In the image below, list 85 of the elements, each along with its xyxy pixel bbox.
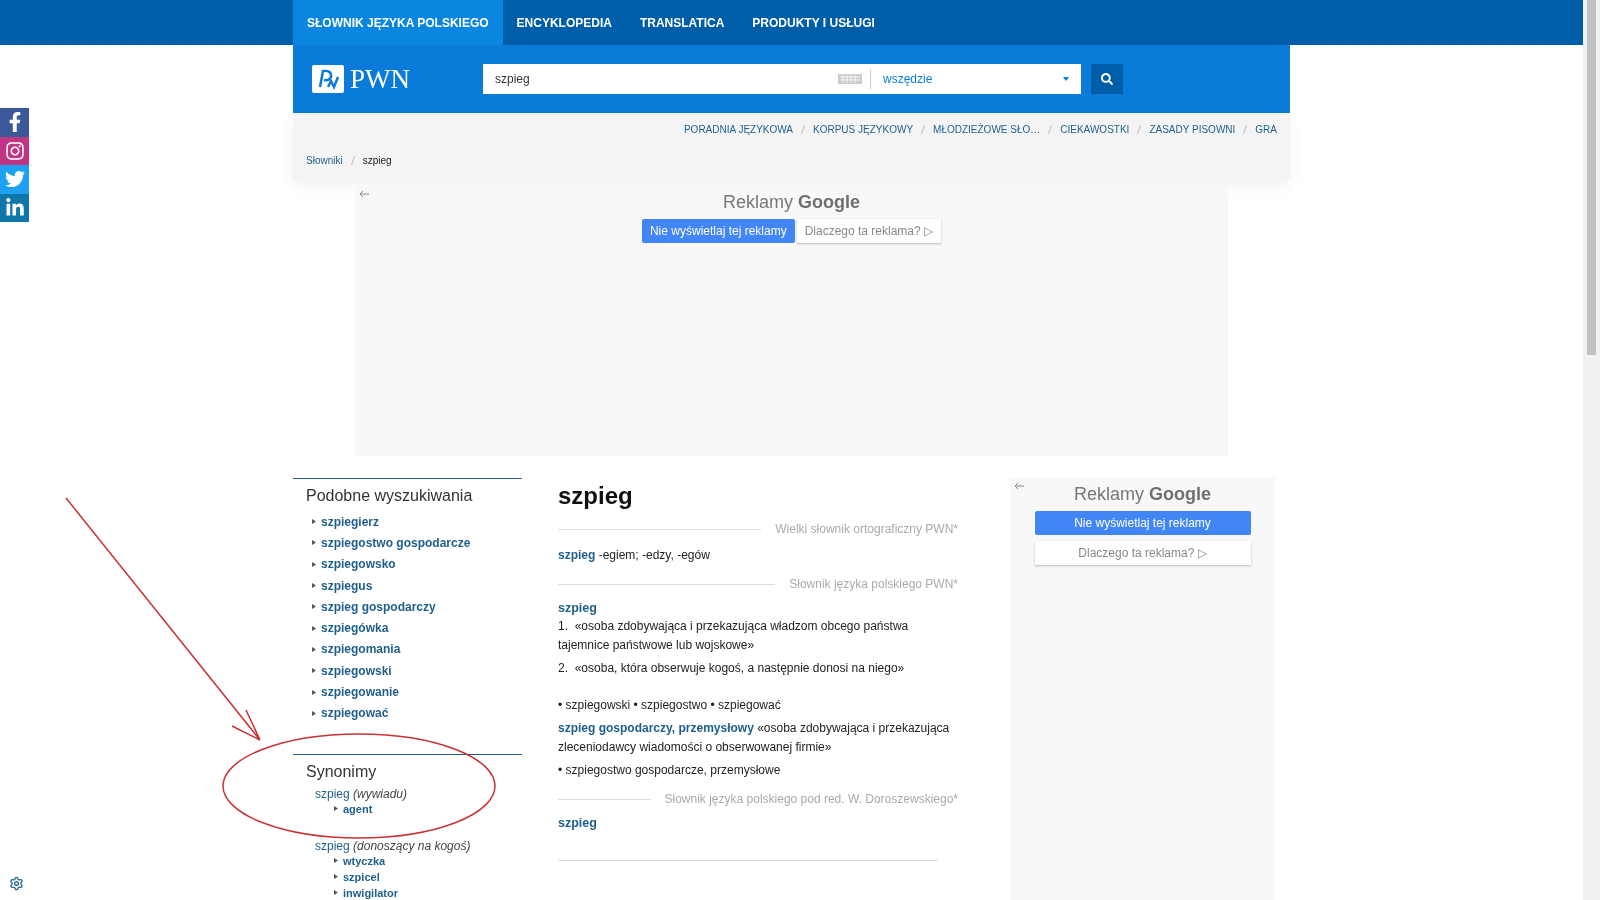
why-ad-button[interactable]: Dlaczego ta reklama? ▷: [796, 219, 942, 243]
breadcrumb-link[interactable]: Słowniki: [306, 155, 343, 166]
nav-tab[interactable]: ENCYKLOPEDIA: [502, 0, 626, 45]
nav-tab[interactable]: TRANSLATICA: [625, 0, 739, 45]
hide-ad-button[interactable]: Nie wyświetlaj tej reklamy: [641, 219, 795, 243]
synonym-link[interactable]: inwigilator: [306, 884, 522, 900]
nav-tab[interactable]: PRODUKTY I USŁUGI: [738, 0, 889, 45]
dictionary-source: Słownik języka polskiego pod red. W. Doroszewskiego*: [664, 792, 958, 806]
twitter-icon[interactable]: [0, 165, 29, 194]
bullet-icon: [312, 625, 316, 631]
bullet-icon: [312, 668, 316, 674]
definition-text: 1. «osoba zdobywająca i przekazująca władzom obcego państwa tajemnice państwowe lub wojskowe»: [558, 618, 910, 654]
synonym-link[interactable]: wtyczka: [306, 852, 522, 869]
entry-title: szpieg: [558, 482, 634, 510]
bullet-icon: [312, 646, 316, 652]
bullet-icon: [334, 806, 338, 812]
definition-text: 2. «osoba, która obserwuje kogoś, a następnie donosi na niego»: [558, 660, 906, 677]
header-link[interactable]: KORPUS JĘZYKOWY: [813, 123, 914, 135]
similar-search-link[interactable]: szpiegowski: [306, 660, 522, 682]
back-arrow-icon[interactable]: [359, 190, 369, 198]
facebook-icon[interactable]: [0, 108, 29, 137]
section-title: Synonimy: [306, 762, 378, 781]
scrollbar-thumb[interactable]: [1587, 0, 1596, 355]
separator-icon: [350, 156, 355, 165]
synonym-link[interactable]: agent: [306, 800, 522, 817]
headword-link[interactable]: szpieg gospodarczy, przemysłowy: [558, 721, 754, 735]
ad-title: Reklamy Google: [1074, 484, 1211, 505]
headword-link[interactable]: szpieg: [558, 548, 596, 562]
separator-icon: [1243, 124, 1248, 134]
header-link[interactable]: PORADNIA JĘZYKOWA: [683, 123, 794, 135]
search-button[interactable]: [1091, 64, 1123, 94]
instagram-icon[interactable]: [0, 136, 29, 165]
similar-search-link[interactable]: szpiegomania: [306, 638, 522, 661]
breadcrumb-link[interactable]: szpieg: [362, 155, 392, 166]
bullet-icon: [334, 858, 338, 864]
why-ad-button[interactable]: Dlaczego ta reklama? ▷: [1034, 541, 1251, 565]
search-icon: [1101, 73, 1113, 85]
bullet-icon: [312, 689, 316, 695]
header-link[interactable]: CIEKAWOSTKI: [1060, 123, 1130, 135]
bullet-icon: [312, 710, 316, 716]
hide-ad-button[interactable]: Nie wyświetlaj tej reklamy: [1034, 511, 1251, 535]
bullet-icon: [312, 583, 316, 589]
similar-search-link[interactable]: szpiegostwo gospodarcze: [306, 532, 522, 554]
settings-icon[interactable]: [9, 876, 24, 891]
logo-icon: [312, 65, 344, 93]
similar-search-link[interactable]: szpiegować: [306, 702, 522, 724]
scope-dropdown[interactable]: wszędzie: [870, 69, 1081, 89]
separator-icon: [1137, 124, 1142, 134]
separator-icon: [1048, 124, 1053, 134]
nav-tab[interactable]: SŁOWNIK JĘZYKA POLSKIEGO: [293, 0, 503, 45]
header-link[interactable]: GRA: [1255, 123, 1277, 135]
header-link[interactable]: MŁODZIEŻOWE SŁO…: [933, 123, 1041, 135]
similar-search-link[interactable]: szpiegowsko: [306, 553, 522, 575]
similar-search-link[interactable]: szpiegus: [306, 574, 522, 597]
ad-title: Reklamy Google: [723, 192, 860, 213]
bullet-icon: [312, 561, 316, 567]
section-title: Podobne wyszukiwania: [306, 487, 474, 505]
synonym-group-label: szpieg (wywiadu): [314, 786, 409, 801]
bullet-icon: [312, 540, 316, 546]
logo-text: PWN: [350, 63, 410, 95]
similar-search-link[interactable]: szpiegówka: [306, 617, 522, 639]
bullet-icon: [312, 519, 316, 525]
bullet-icon: [312, 604, 316, 610]
similar-search-link[interactable]: szpiegowanie: [306, 681, 522, 703]
separator-icon: [801, 124, 806, 134]
headword-link[interactable]: szpieg: [558, 816, 958, 830]
back-arrow-icon[interactable]: [1014, 482, 1024, 490]
entry-text: szpieg -egiem; -edzy, -egów: [558, 547, 711, 564]
dictionary-source: Wielki słownik ortograficzny PWN*: [775, 522, 958, 536]
synonym-link[interactable]: szpicel: [306, 868, 522, 885]
linkedin-icon[interactable]: [0, 193, 29, 222]
bullet-icon: [334, 890, 338, 896]
similar-search-link[interactable]: szpiegierz: [306, 511, 522, 533]
header-link[interactable]: ZASADY PISOWNI: [1149, 123, 1236, 135]
headword-link[interactable]: szpieg: [558, 601, 958, 615]
entry-text: • szpiegostwo gospodarcze, przemysłowe: [558, 762, 782, 779]
derivatives-text: • szpiegowski • szpiegostwo • szpiegować: [558, 697, 782, 714]
entry-text: szpieg gospodarczy, przemysłowy «osoba zdobywająca i przekazująca zleceniodawcy wiadomości o obserwowanej firmie»: [558, 720, 951, 756]
dictionary-source: Słownik języka polskiego PWN*: [789, 577, 958, 591]
similar-search-link[interactable]: szpieg gospodarczy: [306, 596, 522, 618]
separator-icon: [921, 124, 926, 134]
search-field[interactable]: szpieg wszędzie: [483, 64, 1081, 94]
bullet-icon: [334, 874, 338, 880]
caret-icon: [1063, 77, 1069, 81]
synonym-group-label: szpieg (donoszący na kogoś): [314, 838, 472, 853]
